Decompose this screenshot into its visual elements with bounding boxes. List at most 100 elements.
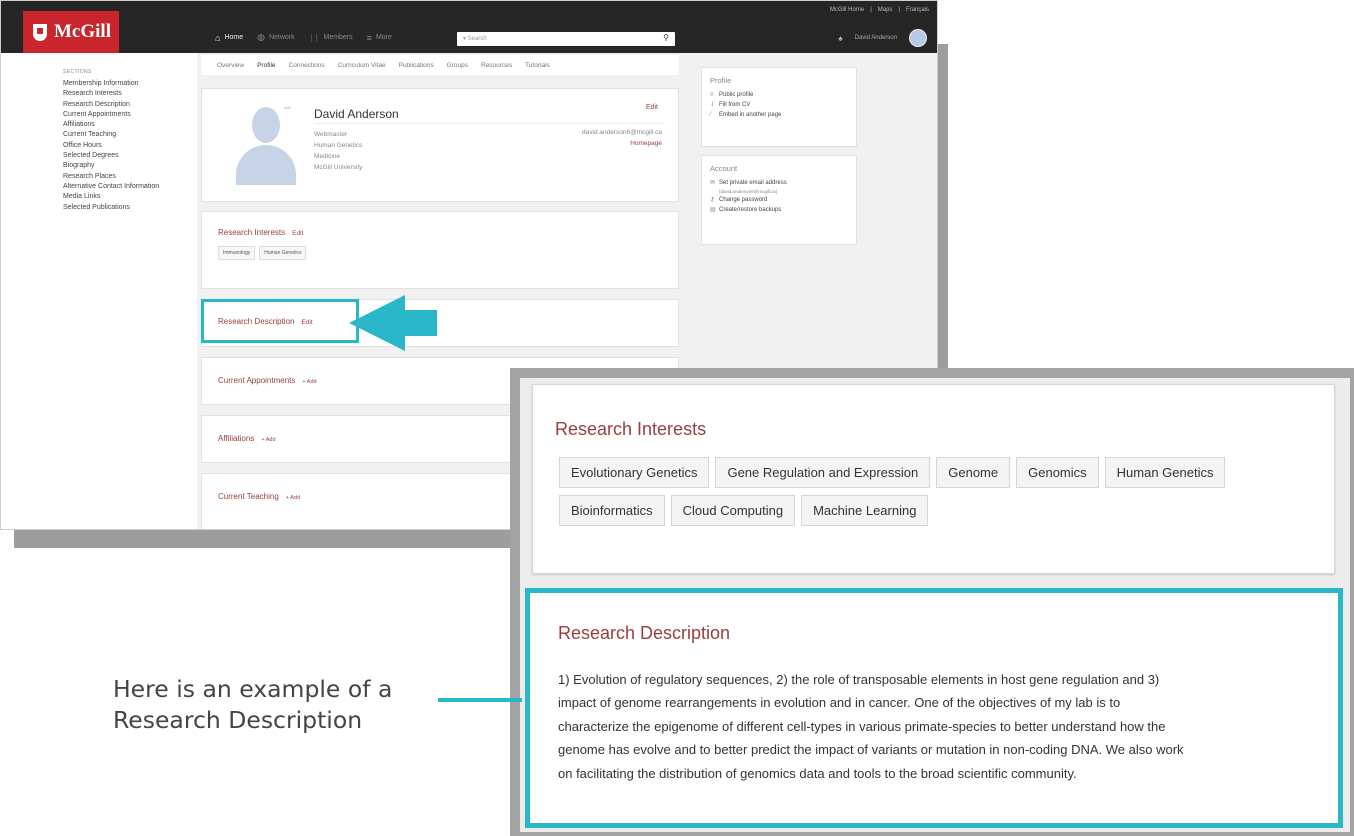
side-menu-item[interactable]: ✉ Set private email address bbox=[710, 178, 856, 188]
nav-item-label: More bbox=[375, 34, 392, 41]
sidebar-item[interactable]: Membership Information bbox=[63, 79, 197, 89]
side-menu-icon: ≡ bbox=[710, 92, 714, 98]
sidebar-item[interactable]: Alternative Contact Information bbox=[63, 182, 197, 192]
zoom-interest-tag[interactable]: Genomics bbox=[1016, 457, 1099, 488]
current-appointments-heading: Current Appointments + Add bbox=[218, 376, 317, 385]
zoom-research-interests-title: Research Interests bbox=[555, 419, 707, 439]
side-menu-label: Create/restore backups bbox=[719, 207, 782, 213]
zoom-interest-tag[interactable]: Human Genetics bbox=[1104, 457, 1226, 488]
current-teaching-heading: Current Teaching + Add bbox=[218, 492, 300, 501]
globe-icon: ◍ bbox=[257, 32, 265, 42]
side-menu-icon: ⁄ bbox=[710, 112, 712, 118]
tab-groups[interactable]: Groups bbox=[447, 62, 468, 75]
affiliations-add-link[interactable]: + Add bbox=[261, 437, 275, 443]
current-teaching-add-link[interactable]: + Add bbox=[286, 495, 300, 501]
current-appointments-add-link[interactable]: + Add bbox=[302, 379, 316, 385]
side-menu-label: Fill from CV bbox=[719, 102, 751, 108]
research-interests-title: Research Interests bbox=[218, 228, 286, 237]
profile-detail-line: Human Genetics bbox=[314, 142, 363, 149]
callout-text: Here is an example of a Research Descrip… bbox=[113, 674, 392, 736]
side-menu-item[interactable]: ⁄ Embed in another page bbox=[710, 110, 856, 120]
sidebar-item[interactable]: Current Appointments bbox=[63, 110, 197, 120]
affiliations-title: Affiliations bbox=[218, 434, 255, 443]
side-menu-item[interactable]: ⚷ Change password bbox=[710, 195, 856, 205]
nav-item-members[interactable]: ᛁᛁ Members bbox=[309, 32, 353, 43]
bell-icon[interactable]: ♠ bbox=[838, 34, 842, 43]
nav-item-more[interactable]: ≡ More bbox=[367, 32, 392, 43]
research-interests-card: Research Interests Edit Immunology Human G… bbox=[201, 211, 679, 289]
photo-edit-link[interactable]: edit bbox=[284, 105, 290, 110]
mcgill-logo[interactable]: McGill bbox=[23, 11, 119, 53]
side-account-title: Account bbox=[710, 164, 738, 173]
profile-details: Webmaster Human Genetics Medicine McGill Un… bbox=[314, 129, 362, 173]
nav-item-home[interactable]: ⌂ Home bbox=[215, 32, 243, 43]
tab-overview[interactable]: Overview bbox=[217, 62, 244, 75]
sidebar-items: Membership Information Research Interests… bbox=[63, 79, 197, 213]
tab-publications[interactable]: Publications bbox=[399, 62, 434, 75]
sidebar-item[interactable]: Affiliations bbox=[63, 120, 197, 130]
profile-card: edit David Anderson Edit Webmaster Human … bbox=[201, 88, 679, 202]
description-line: 1) Evolution of regulatory sequences, 2)… bbox=[558, 672, 1160, 687]
side-menu-item: (david.anderson6@mcgill.ca) bbox=[710, 188, 856, 195]
zoom-interest-tag[interactable]: Genome bbox=[936, 457, 1011, 488]
user-name[interactable]: David Anderson bbox=[855, 35, 897, 41]
side-menu-item[interactable]: ▤ Create/restore backups bbox=[710, 205, 856, 215]
top-bar: McGill McGill Home | Maps | Français ⌂ Home ◍ N… bbox=[1, 1, 937, 53]
zoom-interest-tag[interactable]: Gene Regulation and Expression bbox=[715, 457, 931, 488]
user-area: ♠ David Anderson bbox=[838, 29, 927, 47]
sidebar-item[interactable]: Media Links bbox=[63, 192, 197, 202]
sidebar-item[interactable]: Current Teaching bbox=[63, 130, 197, 140]
zoom-interest-tag[interactable]: Cloud Computing bbox=[670, 495, 796, 526]
sidebar-item[interactable]: Office Hours bbox=[63, 141, 197, 151]
side-profile-title: Profile bbox=[710, 76, 732, 85]
callout-line-1: Here is an example of a bbox=[113, 675, 393, 703]
top-link[interactable]: McGill Home bbox=[830, 7, 864, 13]
sidebar-item[interactable]: Selected Publications bbox=[63, 203, 197, 213]
profile-email[interactable]: david.anderson6@mcgill.ca bbox=[582, 129, 662, 136]
logo-text: McGill bbox=[54, 21, 111, 42]
tab-curriculum-vitae[interactable]: Curriculum Vitae bbox=[338, 62, 386, 75]
top-link[interactable]: Maps bbox=[878, 7, 893, 13]
profile-divider bbox=[314, 123, 664, 124]
top-link[interactable]: Français bbox=[906, 7, 929, 13]
search-input[interactable]: ▾ Search ⚲ bbox=[457, 32, 675, 46]
zoom-research-description-card: Research Description 1) Evolution of reg… bbox=[525, 588, 1343, 828]
current-appointments-title: Current Appointments bbox=[218, 376, 296, 385]
side-menu-icon: ⇃ bbox=[710, 102, 716, 108]
tab-profile[interactable]: Profile bbox=[257, 62, 275, 75]
zoom-interest-tag[interactable]: Bioinformatics bbox=[559, 495, 665, 526]
sidebar-item[interactable]: Biography bbox=[63, 161, 197, 171]
research-interests-edit-link[interactable]: Edit bbox=[292, 230, 303, 237]
nav-item-label: Network bbox=[268, 34, 295, 41]
interest-tag[interactable]: Human Genetics bbox=[259, 246, 307, 260]
callout-line-2: Research Description bbox=[113, 706, 363, 734]
side-menu-label: (david.anderson6@mcgill.ca) bbox=[719, 189, 778, 194]
interest-tag[interactable]: Immunology bbox=[218, 246, 256, 260]
zoom-interest-tag[interactable]: Machine Learning bbox=[801, 495, 929, 526]
side-menu-item[interactable]: ≡ Public profile bbox=[710, 90, 856, 100]
sidebar-item[interactable]: Research Interests bbox=[63, 89, 197, 99]
side-menu-item[interactable]: ⇃ Fill from CV bbox=[710, 100, 856, 110]
zoom-interest-tag[interactable]: Evolutionary Genetics bbox=[559, 457, 710, 488]
search-icon[interactable]: ⚲ bbox=[663, 33, 669, 42]
zoom-research-description-title: Research Description bbox=[558, 623, 731, 643]
tab-resources[interactable]: Resources bbox=[481, 62, 512, 75]
crest-icon bbox=[33, 23, 47, 41]
avatar[interactable] bbox=[909, 29, 927, 47]
sidebar-item[interactable]: Research Places bbox=[63, 172, 197, 182]
tab-tutorials[interactable]: Tutorials bbox=[525, 62, 550, 75]
nav-item-network[interactable]: ◍ Network bbox=[257, 32, 295, 43]
profile-photo-placeholder[interactable] bbox=[236, 105, 296, 185]
side-menu-icon: ⚷ bbox=[710, 197, 715, 203]
homepage-link[interactable]: Homepage bbox=[630, 140, 662, 147]
tutorial-graphic: McGill McGill Home | Maps | Français ⌂ Home ◍ N… bbox=[0, 0, 1354, 836]
sidebar-item[interactable]: Research Description bbox=[63, 100, 197, 110]
description-line: genome has evolve and to better predict … bbox=[558, 742, 1184, 758]
description-line: on facilitating the distribution of geno… bbox=[558, 765, 1077, 781]
profile-edit-link[interactable]: Edit bbox=[646, 104, 658, 111]
top-link-separator: | bbox=[898, 7, 900, 13]
side-account-card: Account ✉ Set private email address (david… bbox=[701, 155, 857, 245]
sidebar-item[interactable]: Selected Degrees bbox=[63, 151, 197, 161]
tab-connections[interactable]: Connections bbox=[289, 62, 325, 75]
top-link-separator: | bbox=[870, 7, 872, 13]
